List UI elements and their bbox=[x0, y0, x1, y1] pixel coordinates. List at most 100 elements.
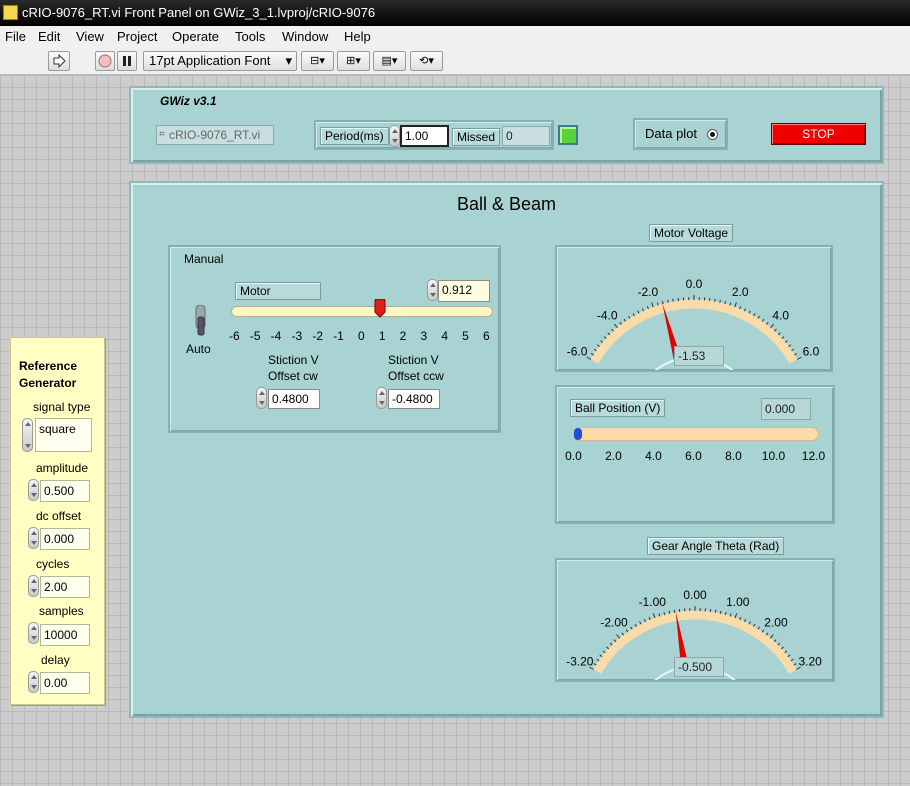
data-plot-radio[interactable] bbox=[707, 129, 718, 140]
motor-value-input[interactable]: 0.912 bbox=[438, 280, 490, 302]
period-spinner[interactable] bbox=[389, 125, 400, 147]
motor-scale-tick: -1 bbox=[333, 329, 344, 343]
menu-operate[interactable]: Operate bbox=[172, 29, 219, 44]
distribute-objects-button[interactable]: ⊞▾ bbox=[337, 51, 370, 71]
gear-angle-minor-tick bbox=[769, 634, 774, 639]
gear-angle-minor-tick bbox=[673, 609, 676, 613]
stiction-cw-spinner[interactable] bbox=[256, 387, 267, 409]
menu-view[interactable]: View bbox=[76, 29, 104, 44]
gear-angle-minor-tick bbox=[648, 616, 651, 621]
motor-voltage-minor-tick bbox=[641, 308, 645, 312]
samples-spinner[interactable] bbox=[28, 622, 39, 644]
motor-voltage-minor-tick bbox=[761, 318, 765, 322]
gear-angle-minor-tick bbox=[658, 613, 661, 617]
refgen-title-1: Reference bbox=[19, 359, 78, 373]
gear-angle-minor-tick bbox=[625, 629, 629, 633]
stiction-cw-label-1: Stiction V bbox=[268, 353, 319, 367]
motor-voltage-minor-tick bbox=[714, 298, 716, 302]
motor-voltage-minor-tick bbox=[784, 340, 788, 343]
motor-voltage-minor-tick bbox=[593, 348, 597, 352]
stiction-ccw-input[interactable]: -0.4800 bbox=[388, 389, 440, 409]
menu-help[interactable]: Help bbox=[344, 29, 371, 44]
motor-voltage-tick-label: 4.0 bbox=[772, 309, 789, 323]
motor-voltage-minor-tick bbox=[632, 313, 635, 317]
motor-slider-thumb[interactable] bbox=[374, 298, 386, 318]
gear-angle-tick-label: 3.20 bbox=[799, 655, 823, 669]
motor-voltage-minor-tick bbox=[607, 332, 611, 336]
ball-position-label: Ball Position (V) bbox=[570, 399, 666, 417]
motor-voltage-minor-tick bbox=[796, 356, 802, 360]
stop-button[interactable]: STOP bbox=[771, 123, 866, 145]
gear-angle-minor-tick bbox=[777, 642, 781, 646]
menu-window[interactable]: Window bbox=[282, 29, 328, 44]
signal-type-spinner[interactable] bbox=[22, 418, 33, 452]
motor-slider-track[interactable] bbox=[231, 306, 493, 317]
delay-input[interactable]: 0.00 bbox=[40, 672, 90, 694]
samples-input[interactable]: 10000 bbox=[40, 624, 90, 646]
amplitude-label: amplitude bbox=[36, 461, 89, 475]
signal-type-select[interactable]: square bbox=[35, 418, 92, 452]
ball-position-tick: 2.0 bbox=[605, 449, 622, 463]
ball-position-tick: 12.0 bbox=[801, 449, 826, 463]
align-objects-icon: ⊟▾ bbox=[310, 55, 325, 67]
period-input[interactable]: 1.00 bbox=[400, 125, 449, 147]
gear-angle-minor-tick bbox=[593, 663, 597, 666]
motor-scale-tick: 4 bbox=[441, 329, 449, 343]
menu-project[interactable]: Project bbox=[117, 29, 157, 44]
dc-offset-input[interactable]: 0.000 bbox=[40, 528, 90, 550]
stiction-cw-label-2: Offset cw bbox=[268, 369, 318, 383]
manual-auto-toggle[interactable] bbox=[194, 304, 206, 336]
motor-voltage-minor-tick bbox=[774, 328, 777, 332]
font-dropdown[interactable]: 17pt Application Font ▾ bbox=[143, 51, 297, 71]
align-objects-button[interactable]: ⊟▾ bbox=[301, 51, 334, 71]
resize-objects-button[interactable]: ▤▾ bbox=[373, 51, 406, 71]
motor-scale-tick: 2 bbox=[399, 329, 407, 343]
dc-offset-label: dc offset bbox=[36, 509, 82, 523]
data-plot-label: Data plot bbox=[645, 126, 698, 141]
gear-angle-tick-label: 0.00 bbox=[683, 588, 707, 602]
stiction-cw-input[interactable]: 0.4800 bbox=[268, 389, 320, 409]
motor-voltage-minor-tick bbox=[623, 318, 627, 322]
stiction-ccw-label-1: Stiction V bbox=[388, 353, 439, 367]
motor-scale-tick: 5 bbox=[462, 329, 469, 343]
menu-tools[interactable]: Tools bbox=[235, 29, 265, 44]
motor-scale-tick: -6 bbox=[229, 329, 240, 343]
abort-icon bbox=[98, 54, 112, 68]
motor-voltage-minor-tick bbox=[646, 306, 649, 310]
motor-voltage-minor-tick bbox=[600, 340, 604, 343]
header-panel: GWiz v3.1 ⌗ cRIO-9076_RT.vi Period(ms) 1… bbox=[129, 86, 884, 164]
gear-angle-minor-tick bbox=[753, 623, 756, 627]
missed-label: Missed bbox=[452, 128, 501, 146]
delay-spinner[interactable] bbox=[28, 671, 39, 693]
gear-angle-minor-tick bbox=[630, 626, 633, 630]
motor-voltage-tick-label: 6.0 bbox=[803, 345, 820, 359]
motor-voltage-minor-tick bbox=[753, 313, 756, 317]
gear-angle-minor-tick bbox=[773, 639, 777, 643]
samples-label: samples bbox=[39, 604, 84, 618]
motor-voltage-minor-tick bbox=[611, 328, 614, 332]
status-led bbox=[558, 125, 578, 145]
stiction-ccw-label-2: Offset ccw bbox=[388, 369, 444, 383]
gear-angle-tick-label: -3.20 bbox=[566, 655, 594, 669]
amplitude-input[interactable]: 0.500 bbox=[40, 480, 90, 502]
menu-file[interactable]: File bbox=[5, 29, 26, 44]
stiction-ccw-spinner[interactable] bbox=[376, 387, 387, 409]
motor-scale-tick: -3 bbox=[291, 329, 303, 343]
run-button[interactable] bbox=[48, 51, 70, 71]
abort-button[interactable] bbox=[95, 51, 115, 71]
motor-voltage-minor-tick bbox=[734, 302, 737, 308]
pause-button[interactable] bbox=[117, 51, 137, 71]
motor-scale-tick: -4 bbox=[270, 329, 282, 343]
reorder-button[interactable]: ⟲▾ bbox=[410, 51, 443, 71]
motor-spinner[interactable] bbox=[427, 279, 438, 301]
period-label: Period(ms) bbox=[320, 127, 389, 145]
cycles-input[interactable]: 2.00 bbox=[40, 576, 90, 598]
amplitude-spinner[interactable] bbox=[28, 479, 39, 501]
gear-angle-minor-tick bbox=[602, 650, 606, 654]
dc-offset-spinner[interactable] bbox=[28, 527, 39, 549]
gear-angle-minor-tick bbox=[780, 646, 784, 650]
menu-edit[interactable]: Edit bbox=[38, 29, 60, 44]
motor-scale-tick: -5 bbox=[249, 329, 261, 343]
cycles-spinner[interactable] bbox=[28, 575, 39, 597]
motor-scale-tick: 6 bbox=[483, 329, 490, 343]
